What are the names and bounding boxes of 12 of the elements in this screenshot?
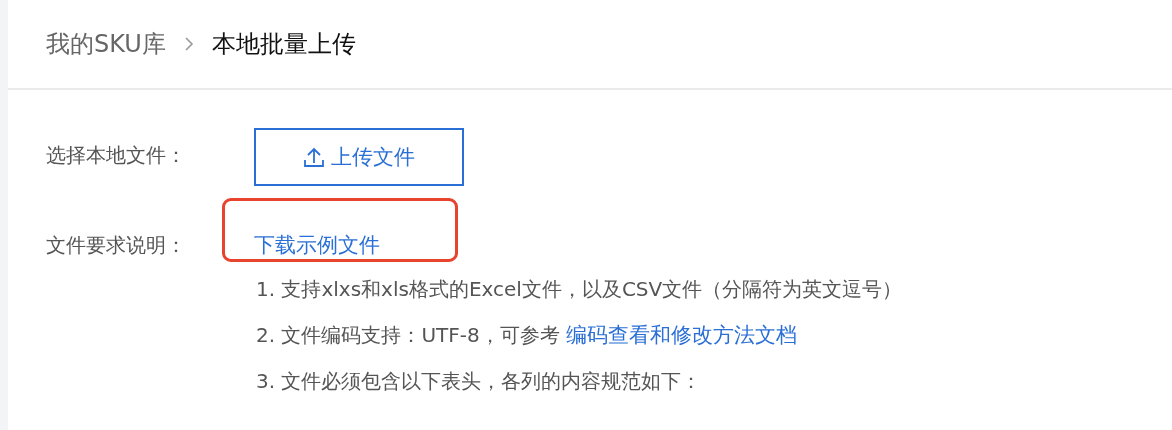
requirement-text: 3. 文件必须包含以下表头，各列的内容规范如下：	[256, 369, 702, 393]
requirement-text: 1. 支持xlxs和xls格式的Excel文件，以及CSV文件（分隔符为英文逗号）	[256, 277, 903, 301]
field-label: 选择本地文件：	[46, 142, 187, 169]
breadcrumb-item: 本地批量上传	[211, 29, 356, 60]
download-sample-link[interactable]: 下载示例文件	[254, 233, 380, 257]
field-label: 文件要求说明：	[46, 232, 187, 259]
chevron-right-icon	[183, 36, 194, 52]
upload-button[interactable]: 上传文件	[254, 128, 464, 186]
requirement-text: 2. 文件编码支持：UTF-8，可参考	[256, 323, 560, 347]
upload-icon	[303, 146, 325, 168]
breadcrumb-item[interactable]: 我的SKU库	[46, 28, 166, 60]
document-link[interactable]: 编码查看和修改方法文档	[565, 323, 797, 347]
